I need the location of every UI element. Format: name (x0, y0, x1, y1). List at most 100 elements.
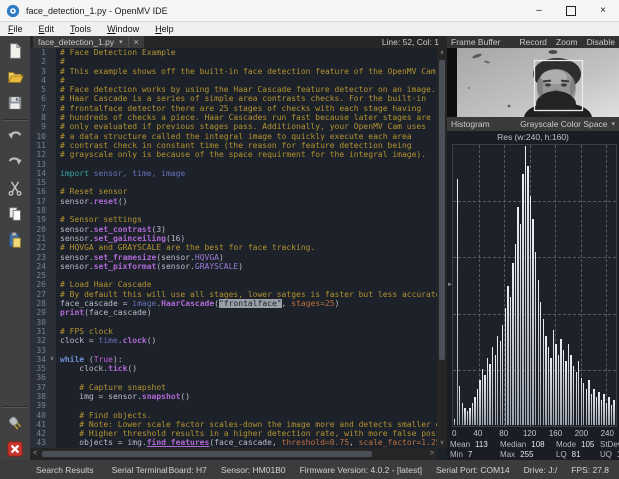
code-line[interactable]: objects = img.find_features(face_cascade… (60, 438, 437, 447)
code-line[interactable]: # (60, 76, 437, 85)
toolbar-separator (2, 406, 28, 408)
histogram-bar (583, 383, 584, 425)
x-tick-label: 0 (452, 429, 456, 438)
code-line[interactable] (60, 318, 437, 327)
code-line[interactable]: # Note: Lower scale factor scales-down t… (60, 420, 437, 429)
histogram-bar (500, 341, 501, 425)
line-number: 25 (30, 271, 56, 280)
code-line[interactable]: print(face_cascade) (60, 308, 437, 317)
line-number: 29 (30, 308, 56, 317)
line-number: 31 (30, 327, 56, 336)
code-line[interactable]: # a data structure called the integral i… (60, 132, 437, 141)
editor-horizontal-scrollbar[interactable]: < > (30, 448, 437, 459)
stat-lq: LQ81 (556, 450, 600, 459)
code-line[interactable]: while (True): (60, 355, 437, 364)
close-button[interactable]: × (587, 0, 619, 21)
code-line[interactable] (60, 346, 437, 355)
code-line[interactable] (60, 160, 437, 169)
maximize-button[interactable] (555, 0, 587, 21)
code-line[interactable]: # This example shows off the built-in fa… (60, 67, 437, 76)
code-line[interactable]: # FPS clock (60, 327, 437, 336)
frame-buffer-zoom-button[interactable]: Zoom (556, 37, 578, 47)
code-line[interactable] (60, 178, 437, 187)
code-line[interactable]: # Load Haar Cascade (60, 280, 437, 289)
scroll-up-icon[interactable]: ∧ (440, 48, 444, 58)
code-line[interactable] (60, 206, 437, 215)
code-line[interactable]: # By default this will use all stages, l… (60, 290, 437, 299)
cut-button[interactable] (4, 177, 26, 199)
openmv-logo-icon (6, 4, 20, 18)
code-line[interactable]: # Capture snapshot (60, 383, 437, 392)
redo-button[interactable] (4, 151, 26, 173)
code-line[interactable]: # hundreds of checks a piece. Haar Casca… (60, 113, 437, 122)
tab-face-detection[interactable]: face_detection_1.py ▾ × (33, 36, 144, 48)
code-line[interactable]: face_cascade = image.HaarCascade("fronta… (60, 299, 437, 308)
open-file-button[interactable] (4, 66, 26, 88)
code-line[interactable]: # frontalface detector there are 25 stag… (60, 104, 437, 113)
code-line[interactable] (60, 401, 437, 410)
line-number: 18 (30, 206, 56, 215)
histogram-bar (578, 361, 579, 425)
editor-vertical-scrollbar[interactable]: ∧ ∨ (437, 48, 447, 448)
code-line[interactable]: # contrast check in constant time (the r… (60, 141, 437, 150)
code-line[interactable]: # grayscale only is because of the space… (60, 150, 437, 159)
histogram-bar (497, 336, 498, 425)
frame-buffer-disable-button[interactable]: Disable (587, 37, 615, 47)
menu-window[interactable]: Window (107, 24, 139, 34)
code-line[interactable]: clock.tick() (60, 364, 437, 373)
vertical-scroll-thumb[interactable] (439, 60, 445, 360)
code-line[interactable]: import sensor, time, image (60, 169, 437, 178)
status-serial-terminal[interactable]: Serial Terminal (112, 465, 168, 475)
code-line[interactable]: sensor.set_framesize(sensor.HQVGA) (60, 253, 437, 262)
chevron-down-icon[interactable]: ▾ (119, 38, 123, 46)
code-line[interactable]: img = sensor.snapshot() (60, 392, 437, 401)
fold-marker-icon[interactable]: ∨ (48, 355, 56, 364)
line-number: 35 (30, 364, 56, 373)
frame-buffer-view[interactable] (447, 48, 619, 117)
code-line[interactable]: # HQVGA and GRAYSCALE are the best for f… (60, 243, 437, 252)
minimize-button[interactable]: – (523, 0, 555, 21)
histogram-bar (560, 339, 561, 425)
scroll-down-icon[interactable]: ∨ (440, 438, 444, 448)
code-line[interactable] (60, 271, 437, 280)
code-line[interactable]: sensor.set_pixformat(sensor.GRAYSCALE) (60, 262, 437, 271)
save-file-button[interactable] (4, 92, 26, 114)
menu-edit[interactable]: Edit (39, 24, 55, 34)
code-area[interactable]: # Face Detection Example## This example … (56, 48, 437, 448)
histogram-bar (593, 389, 594, 425)
histogram-bar (457, 179, 458, 425)
histogram-bar (558, 355, 559, 425)
code-line[interactable]: sensor.reset() (60, 197, 437, 206)
code-line[interactable]: # Sensor settings (60, 215, 437, 224)
code-line[interactable]: # Find objects. (60, 411, 437, 420)
code-line[interactable]: # Face detection works by using the Haar… (60, 85, 437, 94)
code-editor[interactable]: 1234567891011121314151617181920212223242… (30, 48, 437, 448)
status-search-results[interactable]: Search Results (36, 465, 94, 475)
code-line[interactable]: # Face Detection Example (60, 48, 437, 57)
color-space-dropdown[interactable]: Grayscale Color Space ▾ (520, 119, 615, 129)
code-line[interactable] (60, 373, 437, 382)
frame-buffer-record-button[interactable]: Record (520, 37, 547, 47)
copy-button[interactable] (4, 203, 26, 225)
undo-button[interactable] (4, 125, 26, 147)
code-line[interactable]: sensor.set_contrast(3) (60, 225, 437, 234)
menu-tools[interactable]: Tools (70, 24, 91, 34)
code-line[interactable]: # Haar Cascade is a series of simple are… (60, 94, 437, 103)
code-line[interactable]: # (60, 57, 437, 66)
tab-close-icon[interactable]: × (128, 37, 139, 47)
code-line[interactable]: sensor.set_gainceiling(16) (60, 234, 437, 243)
stop-script-button[interactable] (4, 438, 26, 460)
scroll-left-icon[interactable]: < (30, 450, 40, 457)
horizontal-scroll-thumb[interactable] (42, 451, 372, 457)
scroll-right-icon[interactable]: > (427, 450, 437, 457)
new-file-button[interactable] (4, 40, 26, 62)
code-line[interactable]: clock = time.clock() (60, 336, 437, 345)
status-board: Board: H7 (169, 465, 207, 475)
line-number: 19 (30, 215, 56, 224)
connect-button[interactable] (4, 412, 26, 434)
menu-file[interactable]: File (8, 24, 23, 34)
code-line[interactable]: # Reset sensor (60, 187, 437, 196)
menu-help[interactable]: Help (155, 24, 174, 34)
code-line[interactable]: # only evaluated if previous stages pass… (60, 122, 437, 131)
paste-button[interactable] (4, 229, 26, 251)
